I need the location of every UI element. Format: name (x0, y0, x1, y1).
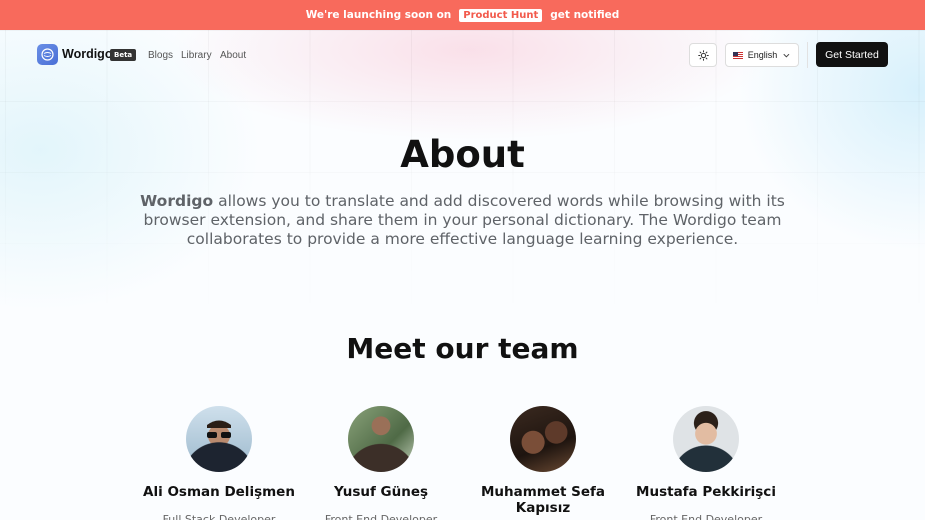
product-hunt-badge[interactable]: Product Hunt (459, 8, 543, 22)
member-name: Ali Osman Delişmen (143, 484, 295, 500)
about-brand-word: Wordigo (140, 192, 214, 210)
nav-link-library[interactable]: Library (181, 50, 212, 61)
chevron-down-icon (783, 53, 790, 58)
about-text: allows you to translate and add discover… (143, 192, 785, 248)
theme-toggle-button[interactable] (689, 43, 717, 67)
team-member-card: Muhammet Sefa Kapısız Back End Developer (453, 406, 633, 520)
top-nav: Wordigo Beta Blogs Library About English… (0, 30, 925, 80)
avatar (673, 406, 739, 472)
wordigo-logo-icon[interactable] (37, 44, 58, 65)
team-member-card: Mustafa Pekkirişci Front End Developer (616, 406, 796, 520)
team-member-card: Yusuf Güneş Front End Developer (291, 406, 471, 520)
member-role: Full Stack Developer (162, 513, 276, 520)
banner-suffix[interactable]: get notified (550, 9, 619, 21)
member-name: Yusuf Güneş (333, 484, 429, 500)
nav-divider (807, 42, 808, 68)
page-title: About (400, 133, 525, 176)
member-role: Front End Developer (324, 513, 438, 520)
us-flag-icon (733, 51, 743, 59)
member-name: Mustafa Pekkirişci (636, 484, 776, 500)
team-section-title: Meet our team (346, 332, 579, 365)
launch-banner[interactable]: We're launching soon on Product Hunt get… (0, 0, 925, 30)
get-started-button[interactable]: Get Started (816, 42, 888, 67)
avatar (186, 406, 252, 472)
avatar (348, 406, 414, 472)
language-select[interactable]: English (725, 43, 799, 67)
banner-prefix: We're launching soon on (305, 9, 452, 21)
member-role: Front End Developer (649, 513, 763, 520)
member-name: Muhammet Sefa Kapısız (480, 484, 606, 516)
sun-icon (697, 49, 709, 61)
avatar (510, 406, 576, 472)
language-label: English (747, 50, 778, 60)
beta-badge: Beta (110, 49, 137, 61)
nav-link-about[interactable]: About (220, 50, 246, 61)
brand-name[interactable]: Wordigo (62, 47, 112, 61)
team-member-card: Ali Osman Delişmen Full Stack Developer (129, 406, 309, 520)
about-description: Wordigo allows you to translate and add … (115, 192, 810, 249)
nav-link-blogs[interactable]: Blogs (148, 50, 173, 61)
